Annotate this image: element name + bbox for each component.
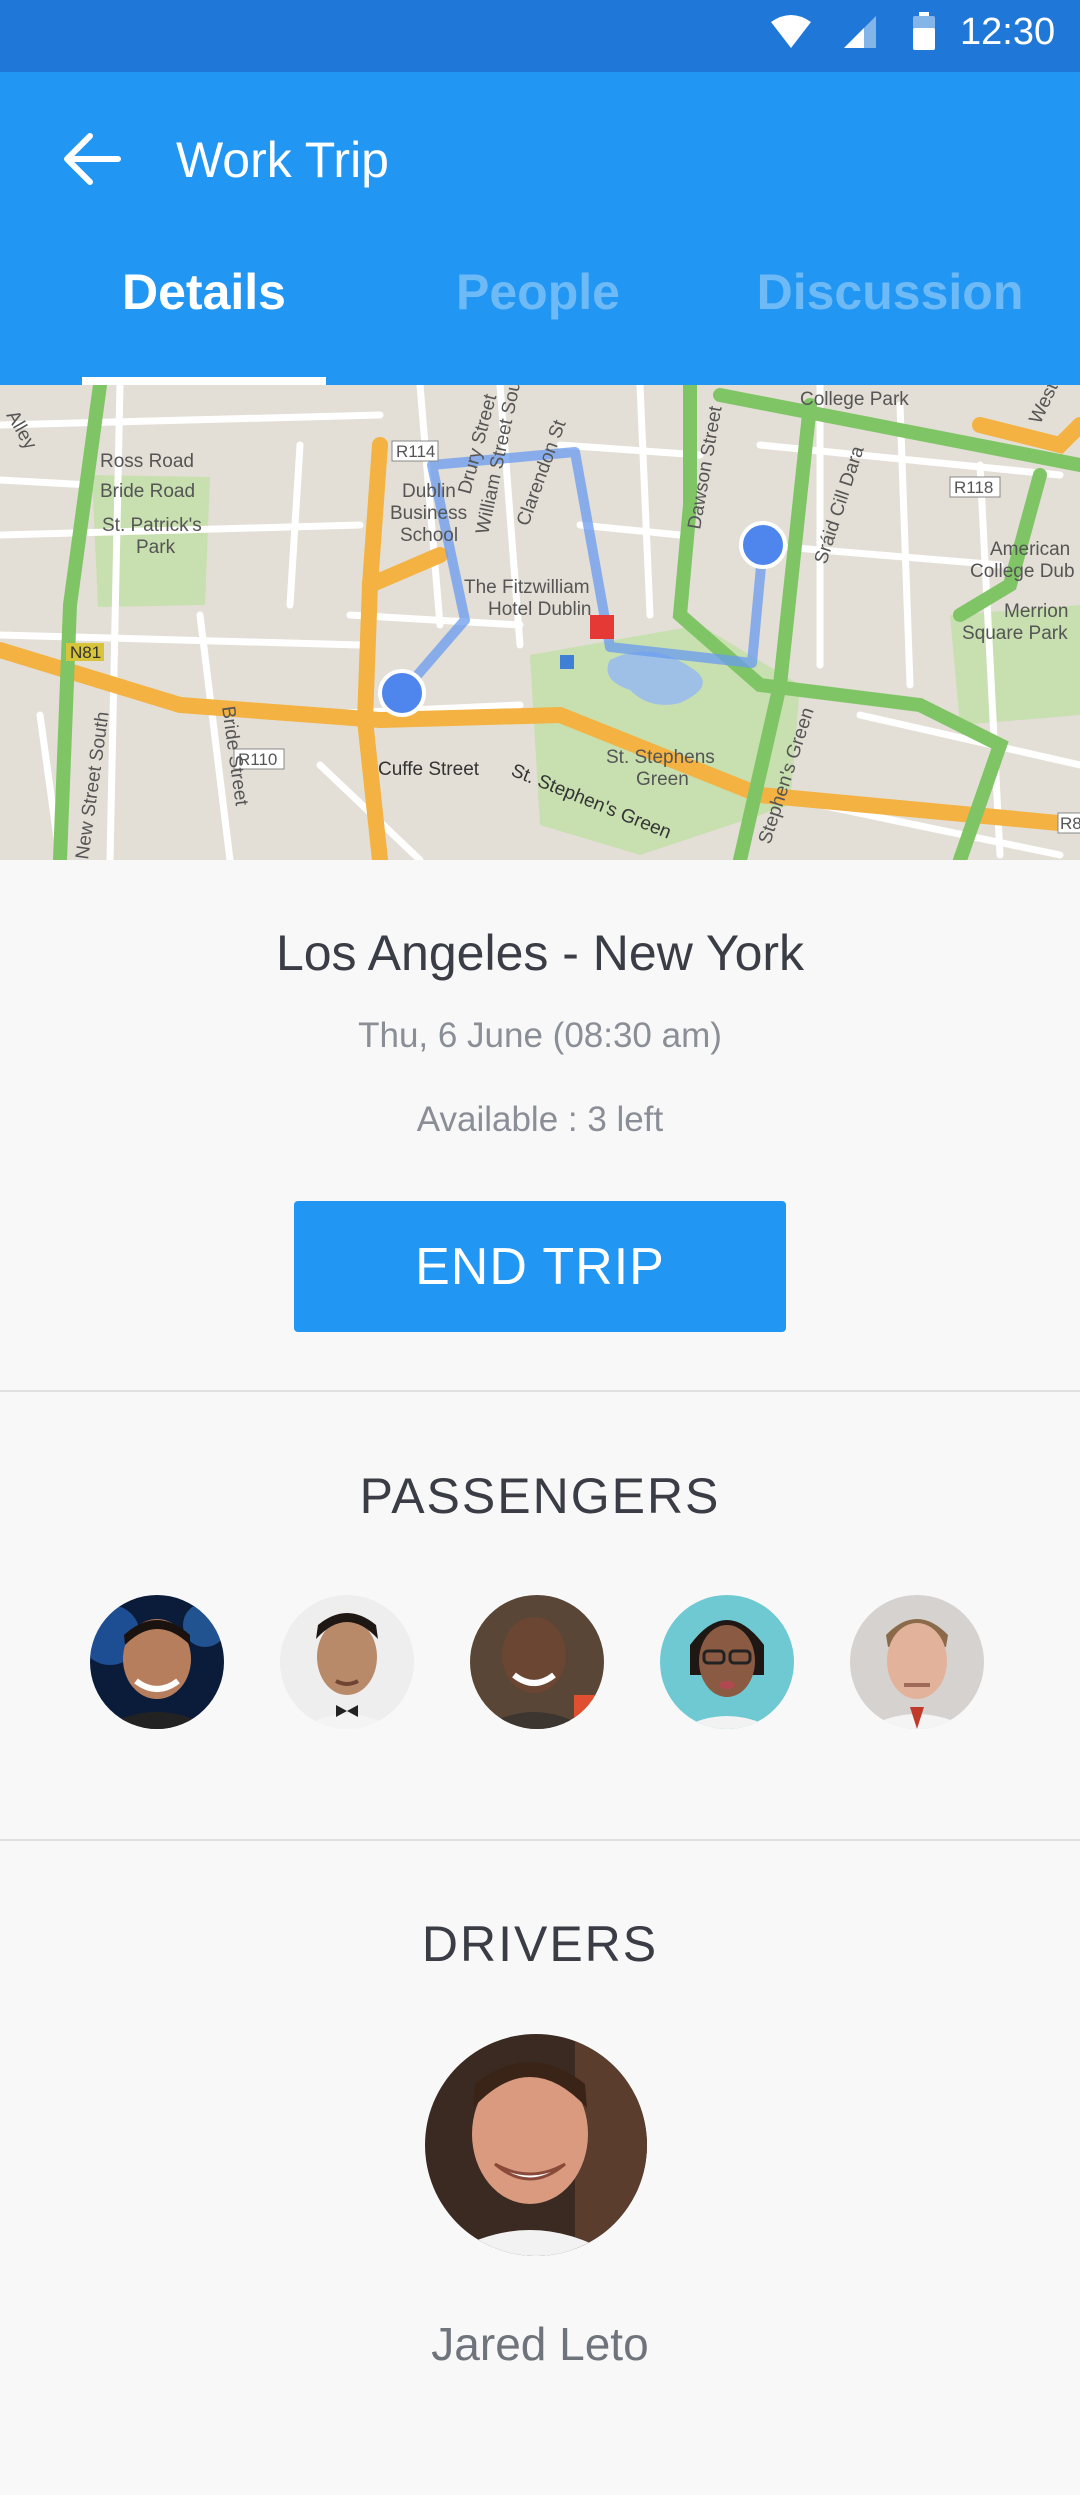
map-label-st-patricks-2: Park [136,537,176,558]
divider [0,1390,1080,1392]
passenger-avatar[interactable] [90,1595,224,1729]
map-label-cuffe-street: Cuffe Street [378,759,480,780]
trip-route-title: Los Angeles - New York [275,925,805,981]
tab-discussion[interactable]: Discussion [740,252,1040,332]
divider [0,1839,1080,1841]
route-start-point[interactable] [378,669,426,717]
passenger-avatar[interactable] [280,1595,414,1729]
map-label-dublin-school-3: School [400,525,458,546]
map-label-american-college-2: College Dub [970,561,1075,582]
passenger-avatar[interactable] [660,1595,794,1729]
back-button[interactable] [52,124,132,194]
map-label-stephens-green-park-2: Green [636,769,689,790]
map-label-dublin-school-2: Business [390,503,467,524]
tab-details[interactable]: Details [82,252,326,332]
map-label-n81: N81 [70,643,101,662]
trip-map[interactable]: R114 R118 R110 N81 R8 College Park Westl… [0,385,1080,860]
map-label-fitzwilliam-1: The Fitzwilliam [464,577,590,598]
wifi-icon [771,15,811,48]
app-bar: Work Trip Details People Discussion [0,72,1080,385]
trip-availability: Available : 3 left [416,1100,664,1139]
tab-people[interactable]: People [430,252,646,332]
driver-name: Jared Leto [431,2318,649,2370]
map-label-r114: R114 [396,442,435,461]
hotel-marker-icon [590,615,614,639]
end-trip-button[interactable]: END TRIP [294,1201,786,1332]
map-label-ross-road: Ross Road [100,451,194,472]
driver-avatar[interactable] [425,2034,647,2256]
map-label-college-park: College Park [800,389,909,410]
map-label-merrion-1: Merrion [1004,601,1068,622]
map-label-bride-road: Bride Road [100,481,195,502]
map-label-r118: R118 [954,478,993,497]
arrow-back-icon [64,133,121,185]
map-label-stephens-green-park-1: St. Stephens [606,747,715,768]
passengers-title: PASSENGERS [359,1468,721,1524]
page-title: Work Trip [176,132,389,188]
transit-icon [560,655,574,669]
status-time: 12:30 [960,11,1056,53]
status-bar: 12:30 [0,0,1080,72]
map-label-dublin-school-1: Dublin [402,481,456,502]
map-label-american-college-1: American [990,539,1070,560]
passenger-avatar[interactable] [850,1595,984,1729]
map-label-merrion-2: Square Park [962,623,1068,644]
battery-icon [913,12,935,50]
map-label-st-patricks-1: St. Patrick's [102,515,202,536]
signal-icon [844,16,876,48]
drivers-title: DRIVERS [421,1916,659,1972]
active-tab-indicator [82,377,326,385]
map-label-fitzwilliam-2: Hotel Dublin [488,599,592,620]
trip-date: Thu, 6 June (08:30 am) [358,1016,722,1055]
map-label-r8: R8 [1060,814,1080,833]
route-end-point[interactable] [739,521,787,569]
passenger-avatar[interactable] [470,1595,604,1729]
